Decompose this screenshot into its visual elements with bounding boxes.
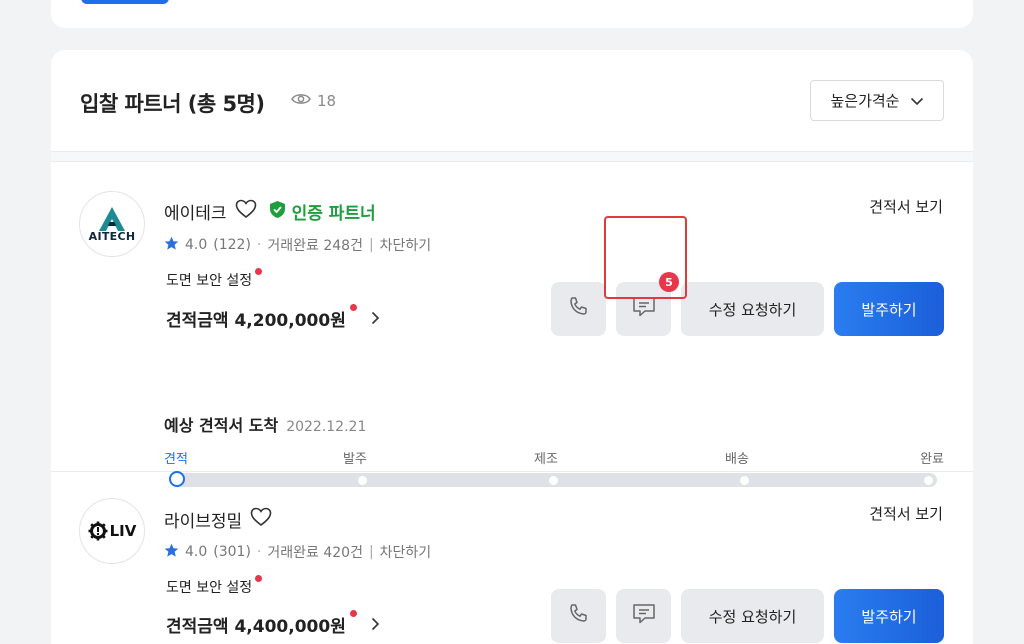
new-indicator-dot bbox=[349, 610, 357, 617]
new-indicator-dot bbox=[255, 575, 263, 582]
chevron-down-icon bbox=[910, 92, 924, 110]
star-icon bbox=[164, 543, 179, 562]
eta-date: 2022.12.21 bbox=[286, 419, 367, 435]
order-button[interactable]: 발주하기 bbox=[834, 589, 944, 643]
step-label: 제조 bbox=[534, 452, 558, 467]
logo-text: LIV bbox=[109, 522, 137, 540]
quote-amount-value: 견적금액 4,200,000원 bbox=[166, 311, 346, 331]
security-setting[interactable]: 도면 보안 설정 bbox=[166, 575, 263, 597]
gear-icon bbox=[88, 521, 108, 541]
step-label: 배송 bbox=[725, 452, 749, 467]
sort-select[interactable]: 높은가격순 bbox=[810, 80, 944, 121]
partner-name-row: 라이브정밀 bbox=[164, 507, 272, 532]
sort-select-value: 높은가격순 bbox=[830, 92, 900, 110]
block-link[interactable]: 차단하기 bbox=[380, 235, 432, 255]
aitech-logo-icon bbox=[99, 206, 125, 231]
block-link[interactable]: 차단하기 bbox=[380, 542, 432, 562]
partner-meta: 4.0 (301) · 거래완료 420건 | 차단하기 bbox=[164, 542, 431, 562]
heart-icon[interactable] bbox=[250, 507, 272, 532]
logo-mark: LIV bbox=[88, 521, 137, 541]
bid-partners-card: 입찰 파트너 (총 5명) 18 높은가격순 AITECH 에이테크 인증 파트… bbox=[51, 50, 973, 644]
previous-card-button-edge[interactable] bbox=[81, 0, 169, 4]
view-quote-link[interactable]: 견적서 보기 bbox=[869, 503, 943, 524]
new-indicator-dot bbox=[255, 268, 263, 275]
partner-name-row: 에이테크 인증 파트너 bbox=[164, 199, 376, 224]
view-count-value: 18 bbox=[317, 92, 337, 110]
separator-dot: · bbox=[256, 544, 262, 560]
view-quote-link[interactable]: 견적서 보기 bbox=[869, 196, 943, 217]
quote-amount-value: 견적금액 4,400,000원 bbox=[166, 617, 346, 637]
call-button[interactable] bbox=[551, 282, 606, 336]
review-count: (122) bbox=[213, 237, 251, 253]
phone-icon bbox=[567, 602, 591, 630]
card-header: 입찰 파트너 (총 5명) 18 높은가격순 bbox=[51, 50, 973, 152]
revise-request-button[interactable]: 수정 요청하기 bbox=[681, 589, 824, 643]
step-label: 견적 bbox=[164, 452, 188, 467]
eta-label: 예상 견적서 도착 bbox=[164, 416, 279, 435]
shield-check-icon bbox=[269, 200, 286, 224]
rating-value: 4.0 bbox=[185, 237, 208, 253]
view-count: 18 bbox=[291, 92, 336, 110]
chat-icon bbox=[631, 602, 657, 630]
certified-badge: 인증 파트너 bbox=[269, 199, 376, 224]
page-title: 입찰 파트너 (총 5명) bbox=[80, 92, 265, 116]
call-button[interactable] bbox=[551, 589, 606, 643]
security-setting[interactable]: 도면 보안 설정 bbox=[166, 268, 263, 290]
chat-button[interactable] bbox=[616, 589, 671, 643]
partner-item: LIV 라이브정밀 4.0 (301) · 거래완료 420건 | 차단하기 도… bbox=[51, 473, 973, 644]
star-icon bbox=[164, 236, 179, 255]
logo-text: AITECH bbox=[88, 229, 136, 243]
revise-request-button[interactable]: 수정 요청하기 bbox=[681, 282, 824, 336]
chevron-right-icon bbox=[371, 310, 380, 330]
new-indicator-dot bbox=[349, 304, 357, 311]
separator-dot: · bbox=[256, 237, 262, 253]
heart-icon[interactable] bbox=[235, 199, 257, 224]
separator-bar: | bbox=[368, 544, 374, 560]
partner-item: AITECH 에이테크 인증 파트너 4.0 (122) · 거래완료 248건… bbox=[51, 162, 973, 487]
partner-logo: AITECH bbox=[79, 191, 145, 257]
security-label: 도면 보안 설정 bbox=[166, 580, 253, 596]
step-label: 발주 bbox=[343, 452, 367, 467]
security-label: 도면 보안 설정 bbox=[166, 273, 253, 289]
chat-button[interactable]: 5 bbox=[616, 272, 679, 336]
partner-meta: 4.0 (122) · 거래완료 248건 | 차단하기 bbox=[164, 235, 431, 255]
chat-icon bbox=[631, 295, 657, 323]
quote-amount[interactable]: 견적금액 4,400,000원 bbox=[166, 610, 380, 637]
unread-badge: 5 bbox=[659, 272, 679, 292]
order-button[interactable]: 발주하기 bbox=[834, 282, 944, 336]
progress-step-labels: 견적 발주 제조 배송 완료 bbox=[164, 448, 944, 467]
rating-value: 4.0 bbox=[185, 544, 208, 560]
partner-logo: LIV bbox=[79, 498, 145, 564]
partner-name: 에이테크 bbox=[164, 204, 227, 224]
partner-name: 라이브정밀 bbox=[164, 512, 243, 532]
chevron-right-icon bbox=[371, 616, 380, 636]
separator-bar: | bbox=[368, 237, 374, 253]
divider bbox=[51, 152, 973, 162]
eye-icon bbox=[291, 92, 311, 110]
review-count: (301) bbox=[213, 544, 251, 560]
deal-count: 거래완료 420건 bbox=[267, 545, 363, 561]
phone-icon bbox=[567, 295, 591, 323]
previous-card bbox=[51, 0, 973, 28]
eta-row: 예상 견적서 도착 2022.12.21 bbox=[164, 412, 366, 436]
quote-amount[interactable]: 견적금액 4,200,000원 bbox=[166, 304, 380, 331]
certified-label: 인증 파트너 bbox=[291, 204, 376, 224]
deal-count: 거래완료 248건 bbox=[267, 238, 363, 254]
step-label: 완료 bbox=[920, 452, 944, 467]
